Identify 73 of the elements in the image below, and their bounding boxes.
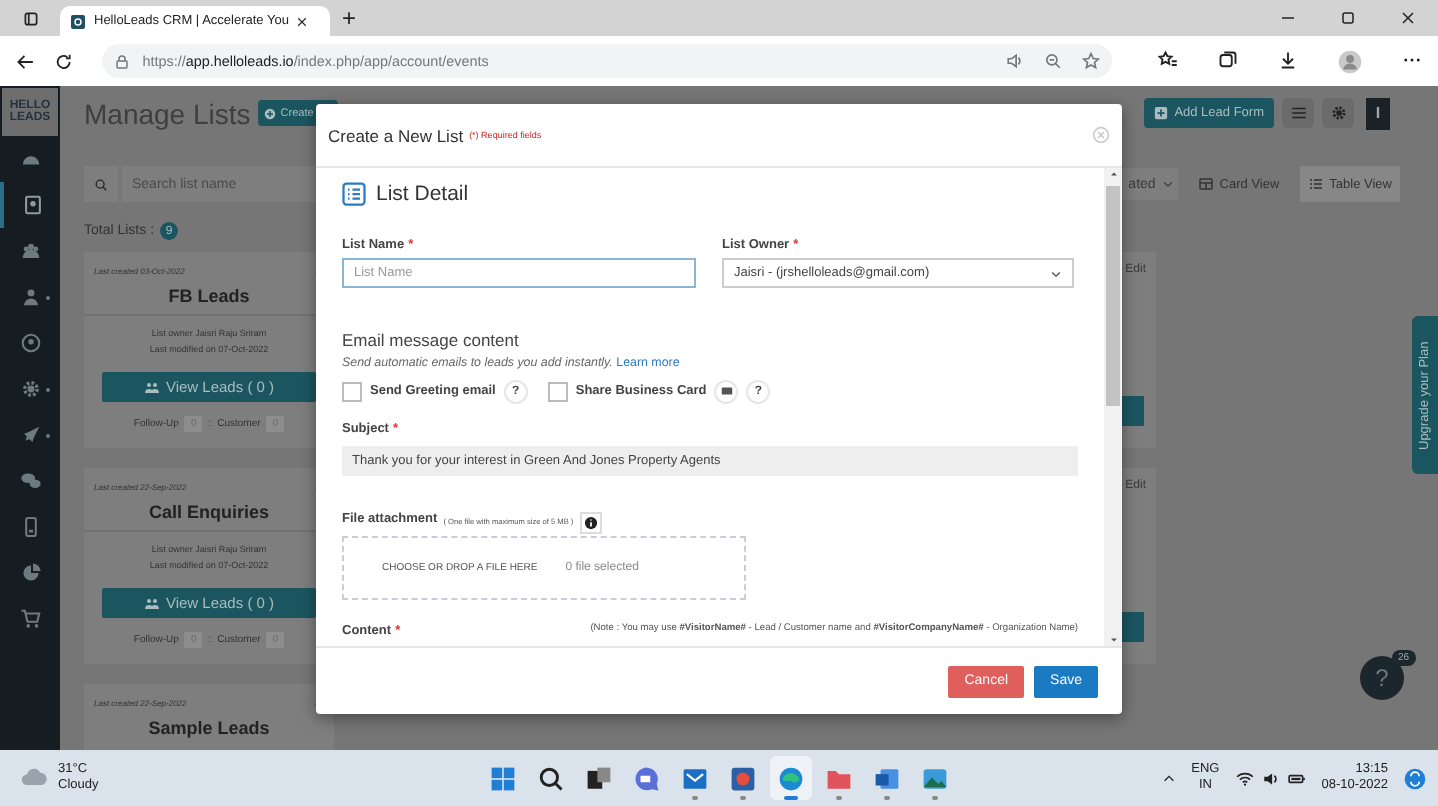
tab-actions-icon	[21, 9, 39, 27]
user-menu-button[interactable]: I	[1366, 97, 1390, 129]
chevron-down-icon	[1050, 267, 1062, 279]
user-icon	[19, 332, 41, 354]
zoom-icon[interactable]	[1044, 52, 1062, 70]
list-icon	[342, 182, 366, 206]
table-view-icon	[1307, 176, 1324, 192]
people-icon	[143, 595, 160, 611]
scrollbar[interactable]	[1104, 168, 1122, 646]
chat-icon	[19, 470, 41, 492]
info-button[interactable]	[579, 511, 602, 533]
maximize-icon[interactable]	[1340, 10, 1356, 26]
profile-icon[interactable]	[1338, 49, 1362, 73]
cart-icon	[19, 608, 41, 630]
plus-square-icon	[1154, 106, 1169, 120]
menu-icon	[1289, 104, 1307, 122]
add-favorite-icon[interactable]	[1082, 52, 1100, 70]
reload-icon[interactable]	[53, 51, 73, 71]
plus-circle-icon	[264, 107, 277, 119]
user-add-icon	[19, 286, 41, 308]
contacts-icon	[21, 194, 43, 216]
close-icon[interactable]	[1400, 10, 1416, 26]
search-button[interactable]	[84, 166, 118, 202]
browser-icon	[778, 765, 804, 791]
close-icon[interactable]	[296, 15, 309, 27]
battery-icon[interactable]	[1287, 769, 1306, 787]
checkbox[interactable]	[547, 381, 568, 401]
search-icon	[94, 177, 108, 191]
list-name: FB Leads	[168, 286, 250, 306]
checkbox[interactable]	[342, 381, 362, 401]
wifi-icon[interactable]	[1235, 769, 1254, 787]
gear-icon	[19, 378, 41, 400]
start-icon	[490, 765, 516, 791]
chevron-up-icon[interactable]	[1161, 771, 1176, 785]
scroll-up-icon	[1107, 168, 1119, 180]
read-aloud-icon[interactable]	[1006, 52, 1024, 70]
section-title: List Detail	[376, 182, 469, 206]
people-icon	[143, 379, 160, 395]
phone-icon	[19, 516, 41, 538]
site-icon	[70, 13, 86, 29]
back-arrow-icon[interactable]	[16, 51, 36, 71]
pie-icon	[19, 562, 41, 584]
list-name: Call Enquiries	[148, 502, 270, 522]
notification-icon[interactable]	[1404, 767, 1426, 789]
page-title: Manage Lists	[84, 97, 251, 129]
card-button[interactable]	[714, 379, 739, 403]
search-icon	[538, 765, 564, 791]
task-view-icon	[586, 765, 612, 791]
menu-button[interactable]	[1282, 98, 1314, 128]
word-icon	[874, 765, 900, 791]
settings-button[interactable]	[1322, 98, 1354, 128]
app-icon	[730, 765, 756, 791]
collections-icon[interactable]	[1218, 49, 1238, 69]
modal-title: Create a New List	[328, 125, 464, 145]
list-name: Sample Leads	[148, 718, 270, 738]
mail-icon	[682, 765, 708, 791]
info-icon	[583, 515, 598, 529]
download-icon[interactable]	[1278, 49, 1298, 69]
folder-icon	[826, 765, 852, 791]
photos-icon	[922, 765, 948, 791]
settings-icon	[1329, 104, 1347, 122]
chevron-down-icon	[1161, 178, 1174, 190]
speaker-icon[interactable]	[1261, 769, 1280, 787]
card-view-icon	[1197, 176, 1214, 192]
team-icon	[19, 240, 41, 262]
business-card-icon	[719, 384, 734, 398]
section-heading: Email message content	[342, 330, 521, 350]
favorites-icon[interactable]	[1158, 49, 1178, 69]
lock-icon	[114, 53, 131, 69]
new-tab-button[interactable]: +	[342, 4, 357, 32]
rocket-icon	[19, 424, 41, 446]
chat-icon	[634, 765, 660, 791]
scroll-down-icon	[1107, 634, 1119, 646]
